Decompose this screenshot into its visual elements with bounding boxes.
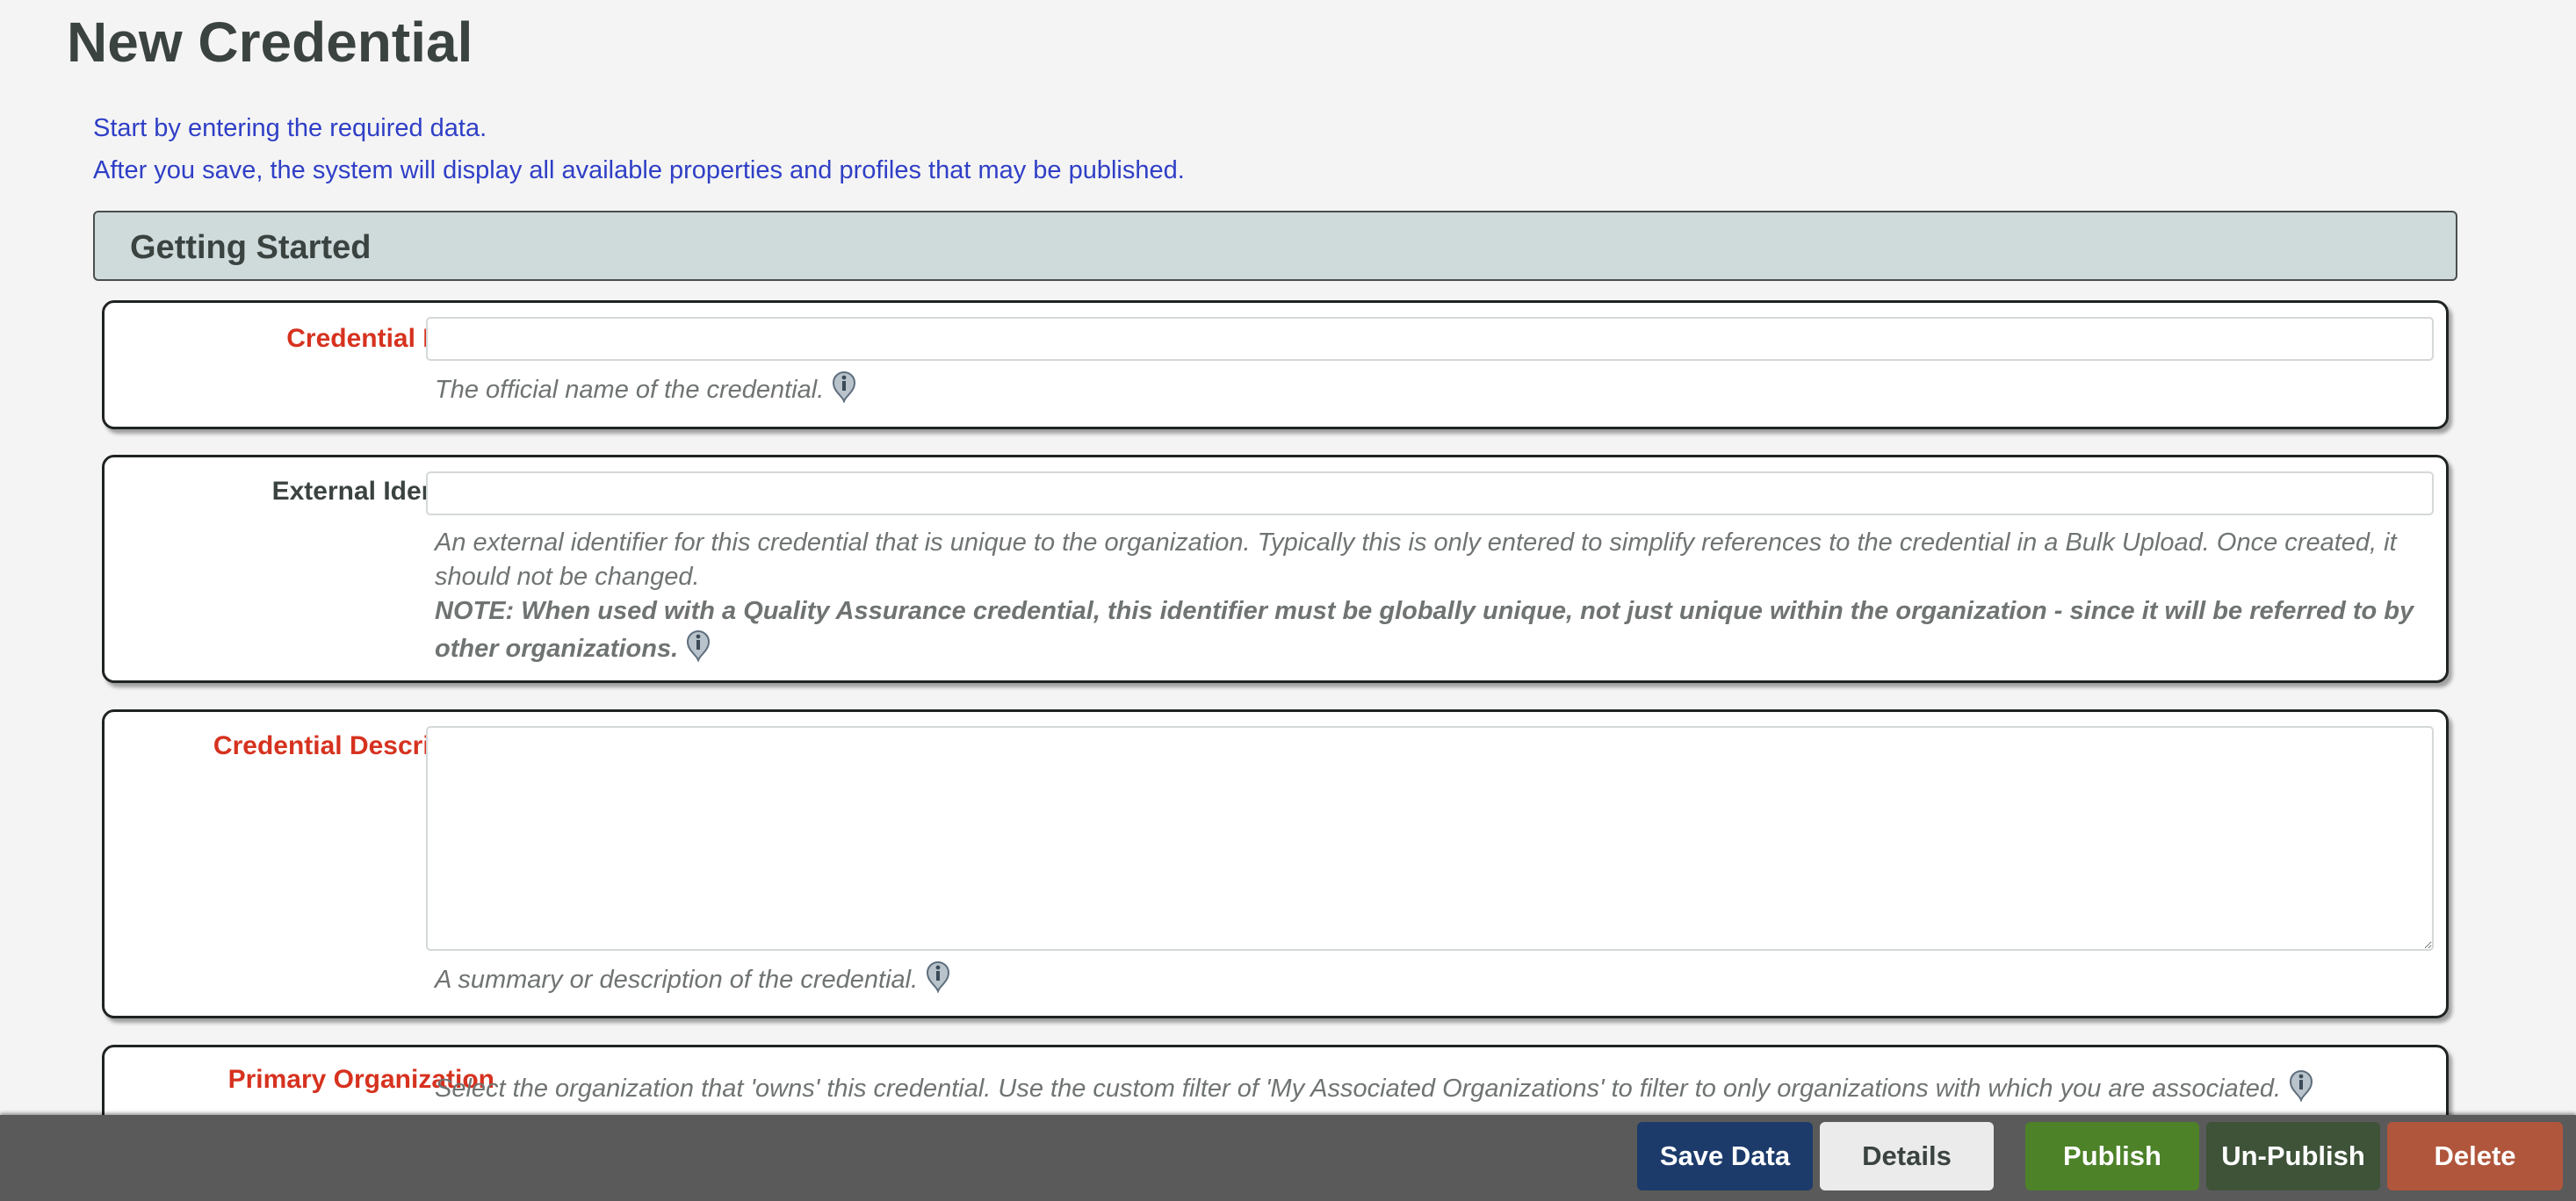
page-title: New Credential (67, 11, 473, 74)
credential-description-textarea[interactable] (426, 726, 2434, 951)
field-card-credential-name: Credential Name The official name of the… (102, 300, 2449, 429)
external-identifier-help: An external identifier for this credenti… (435, 526, 2434, 666)
intro-text-required: Start by entering the required data. (93, 114, 487, 142)
info-icon[interactable] (925, 960, 951, 993)
delete-button[interactable]: Delete (2387, 1122, 2563, 1190)
info-icon[interactable] (685, 629, 711, 662)
primary-organization-help: Select the organization that 'owns' this… (435, 1068, 2434, 1106)
external-identifier-help-text: An external identifier for this credenti… (435, 529, 2397, 591)
info-icon[interactable] (831, 370, 857, 403)
external-identifier-note: NOTE: When used with a Quality Assurance… (435, 597, 2414, 663)
details-button[interactable]: Details (1820, 1122, 1994, 1190)
save-data-button[interactable]: Save Data (1637, 1122, 1813, 1190)
credential-description-help: A summary or description of the credenti… (435, 960, 2434, 997)
field-card-external-identifier: External Identifier An external identifi… (102, 455, 2449, 683)
primary-organization-help-text: Select the organization that 'owns' this… (435, 1075, 2282, 1103)
intro-text-after-save: After you save, the system will display … (93, 156, 1185, 184)
credential-name-input[interactable] (426, 317, 2434, 361)
field-card-credential-description: Credential Description A summary or desc… (102, 709, 2449, 1018)
external-identifier-input[interactable] (426, 471, 2434, 515)
credential-description-help-text: A summary or description of the credenti… (435, 966, 919, 994)
publish-button[interactable]: Publish (2025, 1122, 2199, 1190)
footer-action-bar: Save Data Details Publish Un-Publish Del… (0, 1115, 2576, 1201)
section-title: Getting Started (130, 229, 372, 266)
unpublish-button[interactable]: Un-Publish (2206, 1122, 2380, 1190)
credential-name-help: The official name of the credential. (435, 370, 2434, 407)
credential-name-help-text: The official name of the credential. (435, 376, 825, 404)
section-header-getting-started: Getting Started (93, 211, 2457, 281)
info-icon[interactable] (2288, 1068, 2314, 1102)
